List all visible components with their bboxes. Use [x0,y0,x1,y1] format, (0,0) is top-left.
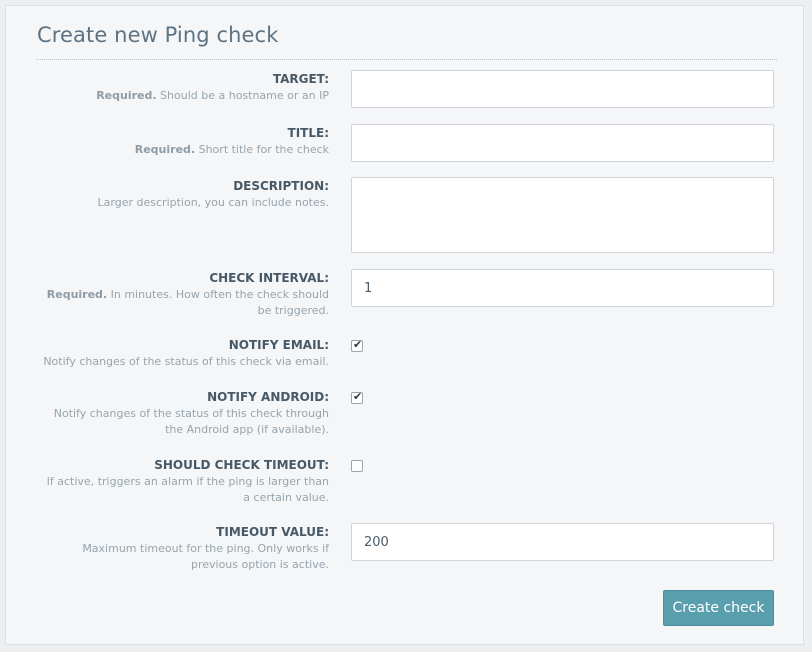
page-title: Create new Ping check [37,23,279,47]
should-check-timeout-help: If active, triggers an alarm if the ping… [46,475,329,504]
target-label: TARGET: [272,72,329,86]
check-icon: ✔ [353,338,363,351]
title-required: Required. [134,143,196,156]
check-interval-required: Required. [46,288,108,301]
check-interval-help: Required. In minutes. How often the chec… [39,287,329,319]
should-check-timeout-label: SHOULD CHECK TIMEOUT: [154,458,329,472]
check-interval-help-text: In minutes. How often the check should b… [107,288,329,317]
check-interval-label: CHECK INTERVAL: [209,271,329,285]
target-required: Required. [96,89,157,102]
notify-email-help: Notify changes of the status of this che… [43,355,329,368]
check-icon: ✔ [353,390,363,403]
title-label: TITLE: [287,126,329,140]
description-label: DESCRIPTION: [233,179,329,193]
target-help-text: Should be a hostname or an IP [156,89,329,102]
timeout-value-label: TIMEOUT VALUE: [216,525,329,539]
description-help: Larger description, you can include note… [97,196,329,209]
should-check-timeout-checkbox[interactable] [351,460,363,472]
timeout-value-help: Maximum timeout for the ping. Only works… [82,542,329,571]
notify-email-label: NOTIFY EMAIL: [228,338,329,352]
timeout-value-input[interactable] [351,523,774,561]
notify-android-label: NOTIFY ANDROID: [207,390,329,404]
title-input[interactable] [351,124,774,162]
create-check-button[interactable]: Create check [663,590,774,626]
form-panel: Create new Ping check TARGET: Required. … [5,5,804,645]
title-help: Required. Short title for the check [29,142,329,158]
title-divider [36,59,777,60]
description-textarea[interactable] [351,177,774,253]
notify-email-checkbox[interactable]: ✔ [351,338,363,352]
target-input[interactable] [351,70,774,108]
notify-android-checkbox[interactable]: ✔ [351,390,363,404]
notify-android-help: Notify changes of the status of this che… [53,407,329,436]
title-help-text: Short title for the check [195,143,329,156]
check-interval-input[interactable] [351,269,774,307]
target-help: Required. Should be a hostname or an IP [29,88,329,104]
